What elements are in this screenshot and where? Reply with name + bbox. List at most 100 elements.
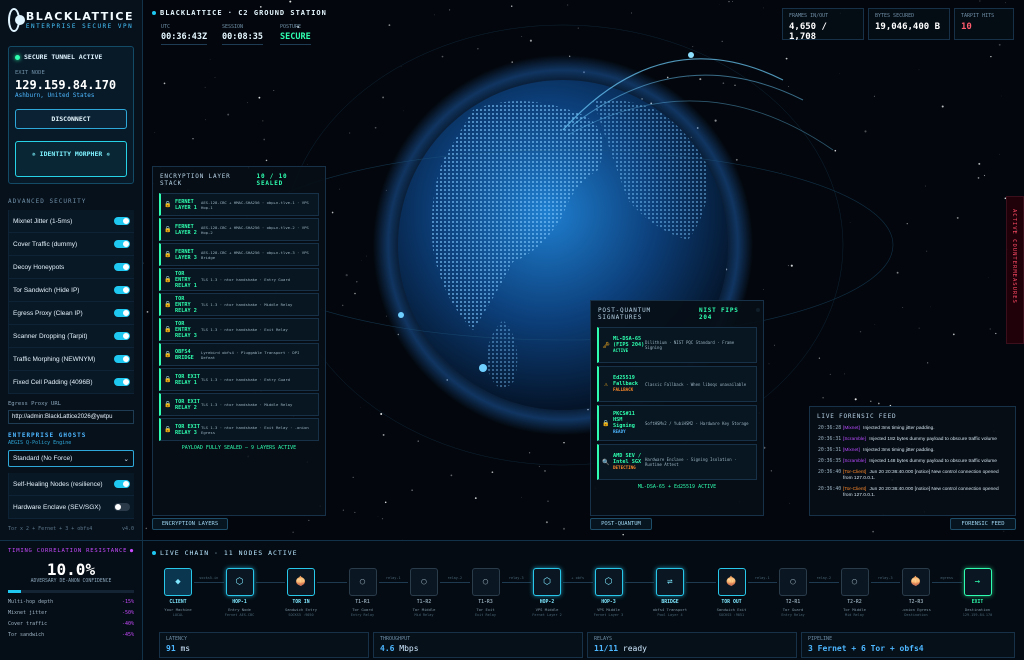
pq-list: 🗝 ML-DSA-65 (FIPS 204) ACTIVE Dilithium · N… <box>591 327 763 480</box>
advanced-toggle-switch[interactable] <box>114 355 130 363</box>
chain-node-t2-r3[interactable]: 🧅 <box>902 568 930 596</box>
chain-node-hop-3[interactable]: ⬡ <box>594 568 623 596</box>
feed-time: 20:36:31 <box>818 437 842 442</box>
lock-icon: 🔒 <box>164 401 172 408</box>
forensic-feed-tab[interactable]: FORENSIC FEED <box>950 518 1016 530</box>
advanced-toggle-row[interactable]: Tor Sandwich (Hide IP) <box>8 279 134 302</box>
encryption-layers-tab[interactable]: ENCRYPTION LAYERS <box>152 518 228 530</box>
disconnect-button[interactable]: DISCONNECT <box>15 109 127 129</box>
chain-node-exit[interactable]: → <box>963 568 992 596</box>
stat-number: 91 <box>166 644 176 653</box>
chain-node-hop-1[interactable]: ⬡ <box>225 568 254 596</box>
layer-row: 🔒 TOR EXIT RELAY 3 TLS 1.3 · ntor handshak… <box>159 418 319 441</box>
feed-message: Injected 148 bytes dummy payload to obsc… <box>867 459 997 464</box>
ghost-toggle-row[interactable]: Self-Healing Nodes (resilience) <box>8 473 134 496</box>
chain-node-t1-r1[interactable]: ○ <box>348 568 377 596</box>
logo-icon <box>8 8 25 32</box>
pq-name: AMD SEV / Intel SGX <box>613 453 642 465</box>
layer-desc: TLS 1.3 · ntor handshake · Middle Relay <box>201 302 293 307</box>
chain-node-title: TOR IN <box>292 600 310 605</box>
version-label: v4.0 <box>121 526 134 532</box>
chain-node-sub: Your Machine <box>164 607 192 612</box>
timing-value: 10.0% <box>46 560 96 579</box>
advanced-toggle-switch[interactable] <box>114 286 130 294</box>
advanced-toggle-switch[interactable] <box>114 240 130 248</box>
chain-link-label: socks5-in <box>199 576 219 580</box>
chain-node-detail: Destination <box>904 613 928 617</box>
timing-metric-row: Multi-hop depth -15% <box>8 599 134 605</box>
feed-time: 20:36:35 <box>818 459 842 464</box>
advanced-toggle-row[interactable]: Mixnet Jitter (1-5ms) <box>8 210 134 233</box>
chain-node-t2-r2[interactable]: ○ <box>840 568 869 596</box>
post-quantum-tab[interactable]: POST-QUANTUM <box>590 518 652 530</box>
chain-node-detail: Fernet Layer 3 <box>593 613 624 617</box>
title-dot-icon <box>152 11 156 15</box>
timing-metric-value: -15% <box>121 599 134 605</box>
pq-name: Ed25519 Fallback <box>613 375 638 387</box>
advanced-toggle-label: Traffic Morphing (NEWNYM) <box>13 355 96 363</box>
countermeasures-tab[interactable]: ACTIVE COUNTERMEASURES <box>1006 196 1024 344</box>
lock-icon: 🔒 <box>164 201 172 208</box>
info-icon[interactable]: ● <box>130 548 134 554</box>
chain-node-detail: Mid Relay <box>845 613 864 617</box>
metric-label: TARPIT HITS <box>961 13 995 19</box>
policy-select[interactable]: Standard (No Force) ⌄ <box>8 450 134 467</box>
chain-node-t1-r3[interactable]: ○ <box>471 568 500 596</box>
layer-desc: AES-128-CBC + HMAC-SHA256 · obp+n-tlve-3… <box>201 249 309 260</box>
layer-name: FERNET LAYER 3 <box>175 248 197 261</box>
ghost-toggle-switch[interactable] <box>114 503 130 511</box>
advanced-toggle-row[interactable]: Egress Proxy (Clean IP) <box>8 302 134 325</box>
layer-name: TOR EXIT RELAY 2 <box>175 398 200 411</box>
chain-node-tor-in[interactable]: 🧅 <box>287 568 315 596</box>
feed-source: [Tor-Client] <box>843 487 867 492</box>
advanced-toggle-row[interactable]: Decoy Honeypots <box>8 256 134 279</box>
egress-proxy-input[interactable]: http://admin:BlackLattice2026@ywtpu <box>8 410 134 424</box>
brand: BLACKLATTICE ENTERPRISE SECURE VPN <box>8 8 134 32</box>
stat-card: RELAYS 11/11 ready <box>587 632 797 658</box>
advanced-toggle-row[interactable]: Cover Traffic (dummy) <box>8 233 134 256</box>
advanced-toggle-switch[interactable] <box>114 332 130 340</box>
clock-value: 00:36:43Z <box>161 32 208 45</box>
chain-node-hop-2[interactable]: ⬡ <box>533 568 561 596</box>
chain-node-sub: .onion Egress <box>901 607 931 612</box>
timing-heading: TIMING CORRELATION RESISTANCE ● <box>8 548 134 554</box>
feed-item: 20:36:35 [Scramble] Injected 148 bytes du… <box>810 459 1015 465</box>
feed-item: 20:36:31 [Scramble] Injected 182 bytes du… <box>810 437 1015 443</box>
lock-icon: 🔒 <box>164 301 172 308</box>
advanced-toggle-row[interactable]: Scanner Dropping (Tarpit) <box>8 325 134 348</box>
chain-node-bridge[interactable]: ⇌ <box>656 568 684 596</box>
advanced-toggle-row[interactable]: Traffic Morphing (NEWNYM) <box>8 348 134 371</box>
feed-source: [Scramble] <box>843 459 866 464</box>
layer-name: FERNET LAYER 2 <box>175 223 197 236</box>
identity-morpher-button[interactable]: ✵ IDENTITY MORPHER ✵ <box>15 141 127 177</box>
layer-panel-header: ENCRYPTION LAYER STACK 10 / 10 SEALED <box>153 167 325 193</box>
chain-node-client[interactable]: ◆ <box>164 568 192 596</box>
ghost-toggle-row[interactable]: Hardware Enclave (SEV/SGX) <box>8 496 134 519</box>
ghost-toggle-switch[interactable] <box>114 480 130 488</box>
sidebar-footer-left: Tor x 2 + Fernet + 3 + obfs4 <box>8 526 93 532</box>
timing-metric-row: Mixnet jitter -50% <box>8 610 134 616</box>
policy-engine-label: AEGIS Q-Policy Engine <box>8 440 72 446</box>
advanced-toggle-switch[interactable] <box>114 217 130 225</box>
pq-row: 🔍 AMD SEV / Intel SGX DETECTING Hardware En… <box>597 444 757 480</box>
clock-value: SECURE <box>280 32 311 45</box>
advanced-toggle-row[interactable]: Fixed Cell Padding (4096B) <box>8 371 134 394</box>
timing-bar <box>8 590 134 593</box>
metric-value: 10 <box>961 22 972 32</box>
advanced-toggle-switch[interactable] <box>114 309 130 317</box>
chain-link <box>624 582 654 583</box>
chain-link-label: relay-3 <box>877 576 893 580</box>
chain-node-tor-out[interactable]: 🧅 <box>717 568 746 596</box>
chain-node-t1-r2[interactable]: ○ <box>410 568 438 596</box>
feed-body: [Tor-Client] Jun 20 20:36:40.000 [notice… <box>843 487 1007 499</box>
pq-row: 🗝 ML-DSA-65 (FIPS 204) ACTIVE Dilithium · N… <box>597 327 757 363</box>
chain-node-t2-r1[interactable]: ○ <box>779 568 807 596</box>
advanced-toggle-switch[interactable] <box>114 378 130 386</box>
advanced-toggle-label: Fixed Cell Padding (4096B) <box>13 378 93 386</box>
clock-label: POSTURE <box>280 24 302 30</box>
timing-metric-value: -45% <box>121 632 134 638</box>
chain-link <box>686 582 716 583</box>
layer-name: TOR EXIT RELAY 1 <box>175 373 200 386</box>
advanced-toggle-label: Cover Traffic (dummy) <box>13 240 78 248</box>
advanced-toggle-switch[interactable] <box>114 263 130 271</box>
